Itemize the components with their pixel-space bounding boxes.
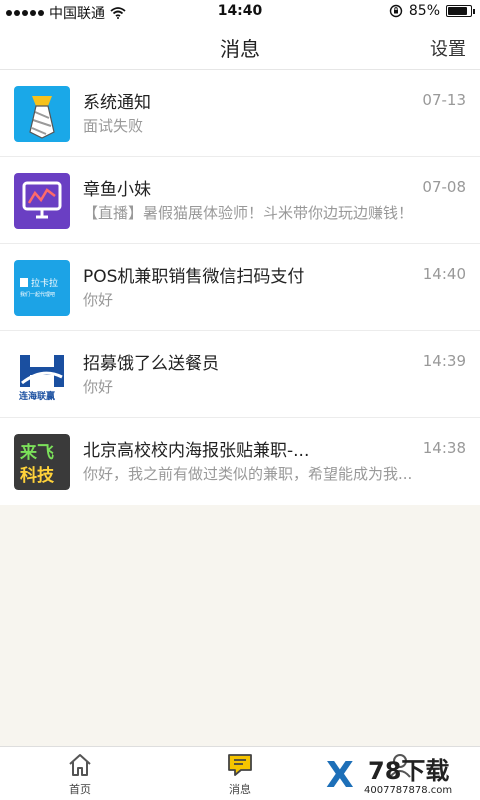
watermark-brand: 78下载 bbox=[368, 757, 450, 785]
message-time: 14:40 bbox=[422, 265, 466, 283]
message-preview: 【直播】暑假猫展体验师！斗米带你边玩边赚钱！ bbox=[83, 204, 414, 222]
message-time: 07-08 bbox=[422, 178, 466, 196]
message-item-eleme[interactable]: 连海联赢 招募饿了么送餐员 14:39 你好 bbox=[0, 331, 480, 418]
status-bar: 中国联通 14:40 85% bbox=[0, 0, 480, 24]
message-preview: 你好 bbox=[83, 378, 114, 396]
message-time: 14:39 bbox=[422, 352, 466, 370]
message-list: 系统通知 07-13 面试失败 章鱼小妹 07-08 【直播】暑假猫展体验师！斗… bbox=[0, 70, 480, 505]
message-time: 07-13 bbox=[422, 91, 466, 109]
message-preview: 你好 bbox=[83, 291, 114, 309]
h-logo: 连海联赢 bbox=[14, 347, 70, 403]
message-preview: 面试失败 bbox=[83, 117, 144, 135]
logo-subtext: 我们一起代理吧 bbox=[20, 291, 55, 298]
logo-text-bottom: 科技 bbox=[20, 465, 55, 486]
watermark-x-logo: X bbox=[326, 755, 354, 796]
message-time: 14:38 bbox=[422, 439, 466, 457]
avatar: 拉卡拉 我们一起代理吧 bbox=[14, 260, 70, 316]
message-item-poster[interactable]: 来飞 科技 北京高校校内海报张贴兼职-... 14:38 你好，我之前有做过类似… bbox=[0, 418, 480, 505]
header: 消息 设置 bbox=[0, 24, 480, 70]
message-preview: 你好，我之前有做过类似的兼职，希望能成为我... bbox=[83, 465, 413, 483]
logo-text: 拉卡拉 bbox=[31, 277, 58, 289]
logo-text-top: 来飞 bbox=[19, 442, 54, 463]
battery-icon bbox=[446, 5, 475, 17]
avatar bbox=[14, 173, 70, 229]
orientation-lock-icon bbox=[389, 4, 403, 18]
settings-button[interactable]: 设置 bbox=[430, 35, 466, 61]
tab-home[interactable]: 首页 bbox=[40, 751, 120, 797]
tab-label: 首页 bbox=[69, 783, 91, 796]
avatar: 来飞 科技 bbox=[14, 434, 70, 490]
message-item-pos[interactable]: 拉卡拉 我们一起代理吧 POS机兼职销售微信扫码支付 14:40 你好 bbox=[0, 244, 480, 331]
laifei-logo: 来飞 科技 bbox=[14, 434, 70, 490]
avatar bbox=[14, 86, 70, 142]
avatar: 连海联赢 bbox=[14, 347, 70, 403]
message-item-octopus[interactable]: 章鱼小妹 07-08 【直播】暑假猫展体验师！斗米带你边玩边赚钱！ bbox=[0, 157, 480, 244]
lakala-logo: 拉卡拉 我们一起代理吧 bbox=[14, 260, 70, 316]
home-icon bbox=[69, 754, 91, 776]
watermark: X 78下载 4007787878.com bbox=[326, 758, 476, 798]
logo-text: 连海联赢 bbox=[19, 390, 55, 402]
message-title: 系统通知 bbox=[83, 93, 151, 113]
battery-percent: 85% bbox=[408, 3, 440, 19]
message-title: POS机兼职销售微信扫码支付 bbox=[83, 267, 305, 287]
message-item-system[interactable]: 系统通知 07-13 面试失败 bbox=[0, 70, 480, 157]
tab-messages[interactable]: 消息 bbox=[200, 751, 280, 797]
watermark-phone: 4007787878.com bbox=[364, 785, 453, 796]
status-right: 85% bbox=[389, 3, 475, 19]
tie-icon bbox=[14, 86, 70, 142]
message-title: 招募饿了么送餐员 bbox=[83, 354, 219, 374]
message-icon bbox=[228, 754, 252, 776]
battery-level bbox=[448, 7, 467, 15]
message-title: 章鱼小妹 bbox=[83, 180, 151, 200]
page-title: 消息 bbox=[220, 37, 260, 61]
tab-label: 消息 bbox=[229, 783, 251, 796]
message-title: 北京高校校内海报张贴兼职-... bbox=[83, 441, 310, 461]
chart-monitor-icon bbox=[14, 173, 70, 229]
